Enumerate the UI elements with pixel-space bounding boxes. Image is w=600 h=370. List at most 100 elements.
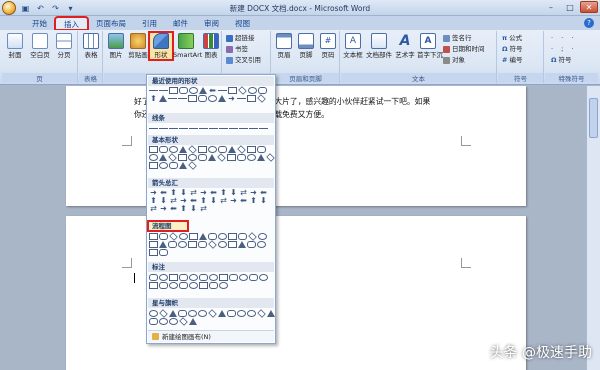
shape-option[interactable] [257, 309, 266, 318]
shape-option[interactable] [218, 310, 226, 317]
table-button[interactable]: 表格 [80, 33, 102, 59]
shape-option[interactable]: ➜ [149, 189, 158, 197]
shape-option[interactable] [248, 232, 257, 241]
shape-option[interactable] [239, 125, 248, 129]
shape-option[interactable] [179, 282, 188, 289]
shape-option[interactable]: ⬆ [149, 197, 158, 205]
shape-option[interactable] [188, 154, 197, 161]
vertical-scrollbar[interactable] [586, 86, 600, 370]
shape-option[interactable] [218, 95, 226, 102]
shape-option[interactable] [199, 274, 208, 281]
shape-option[interactable] [208, 309, 217, 318]
shape-option[interactable] [219, 125, 228, 129]
footer-button[interactable]: 页脚 [295, 33, 317, 59]
shape-option[interactable] [189, 318, 197, 325]
shape-option[interactable] [159, 241, 167, 248]
shape-option[interactable]: ⬅ [208, 87, 217, 95]
shape-option[interactable] [218, 241, 227, 248]
shape-option[interactable] [189, 125, 198, 129]
shape-option[interactable] [228, 241, 237, 248]
text-box-button[interactable]: A 文本框 [342, 33, 364, 59]
page-2[interactable] [66, 216, 526, 370]
shape-option[interactable] [249, 125, 258, 129]
bookmark-button[interactable]: 书签 [226, 45, 248, 54]
tab-insert[interactable]: 插入 [54, 16, 89, 31]
shape-option[interactable]: ⬆ [179, 205, 188, 213]
shape-option[interactable] [169, 232, 178, 241]
shape-option[interactable] [198, 310, 207, 317]
shape-option[interactable] [188, 145, 197, 154]
shape-option[interactable] [179, 274, 188, 281]
shape-option[interactable] [238, 233, 247, 240]
shape-option[interactable] [209, 282, 218, 289]
shape-option[interactable] [199, 282, 208, 289]
shape-option[interactable]: ⇄ [149, 205, 158, 213]
shape-option[interactable] [149, 282, 158, 289]
clip-art-button[interactable]: 剪贴画 [127, 33, 149, 59]
page-break-button[interactable]: 分页 [53, 33, 75, 59]
shape-option[interactable] [228, 87, 237, 94]
shape-option[interactable] [149, 274, 158, 281]
shape-option[interactable] [188, 161, 197, 170]
shape-option[interactable] [218, 146, 227, 153]
chart-button[interactable]: 图表 [200, 33, 222, 59]
shape-option[interactable]: ⬆ [249, 197, 258, 205]
shape-option[interactable] [228, 233, 237, 240]
shape-option[interactable] [179, 317, 188, 326]
shape-option[interactable] [258, 233, 267, 240]
shape-option[interactable] [238, 241, 246, 248]
shape-option[interactable] [159, 274, 168, 281]
shape-option[interactable] [257, 154, 265, 161]
wordart-button[interactable]: A 艺术字 [394, 33, 416, 59]
shapes-button[interactable]: 形状 [148, 31, 174, 61]
shape-option[interactable] [237, 154, 246, 161]
shape-option[interactable] [259, 125, 268, 129]
shape-option[interactable]: ⬅ [259, 189, 268, 197]
shape-option[interactable] [198, 95, 207, 102]
shape-option[interactable] [208, 95, 217, 102]
new-drawing-canvas-item[interactable]: 新建绘图画布(N) [148, 330, 274, 342]
shape-option[interactable]: ⇄ [219, 197, 228, 205]
shape-option[interactable]: ⬅ [209, 189, 218, 197]
shape-option[interactable] [257, 241, 266, 248]
shape-option[interactable] [159, 125, 168, 129]
shape-option[interactable] [188, 95, 197, 102]
shape-option[interactable] [209, 274, 218, 281]
shape-option[interactable]: ⬇ [229, 189, 238, 197]
scrollbar-thumb[interactable] [589, 98, 598, 138]
tab-mailings[interactable]: 邮件 [165, 17, 196, 30]
tab-view[interactable]: 视图 [227, 17, 258, 30]
shape-option[interactable]: ⬇ [209, 197, 218, 205]
shape-option[interactable]: ➜ [249, 189, 258, 197]
shape-option[interactable]: ⬆ [219, 189, 228, 197]
shape-option[interactable]: ⬇ [179, 189, 188, 197]
shape-option[interactable] [169, 162, 178, 169]
shape-option[interactable]: ➜ [179, 197, 188, 205]
shape-option[interactable]: ⇄ [189, 189, 198, 197]
shape-option[interactable] [237, 145, 246, 154]
shape-option[interactable] [159, 154, 167, 161]
page-number-button[interactable]: # 页码 [317, 33, 339, 59]
shape-option[interactable] [149, 233, 158, 240]
shape-option[interactable] [237, 95, 246, 99]
shape-option[interactable] [159, 309, 168, 318]
shape-option[interactable] [218, 87, 227, 91]
shape-option[interactable] [149, 87, 158, 91]
shape-option[interactable] [178, 241, 187, 248]
drop-cap-button[interactable]: A 首字下沉 [417, 33, 443, 59]
shape-option[interactable]: ⇄ [239, 189, 248, 197]
signature-line-button[interactable]: 签名行 [443, 34, 472, 43]
shape-option[interactable]: ➜ [159, 205, 168, 213]
shape-option[interactable] [198, 241, 207, 248]
smartart-button[interactable]: SmartArt [173, 33, 202, 59]
shape-option[interactable] [259, 274, 268, 281]
shape-option[interactable] [227, 154, 236, 161]
maximize-button[interactable]: □ [561, 1, 579, 13]
shape-option[interactable] [248, 87, 257, 94]
shape-option[interactable] [199, 125, 208, 129]
shape-option[interactable] [169, 87, 178, 94]
shape-option[interactable]: ⇄ [199, 205, 208, 213]
shape-option[interactable] [266, 153, 275, 162]
shape-option[interactable] [209, 125, 218, 129]
shape-option[interactable]: ⬆ [169, 189, 178, 197]
